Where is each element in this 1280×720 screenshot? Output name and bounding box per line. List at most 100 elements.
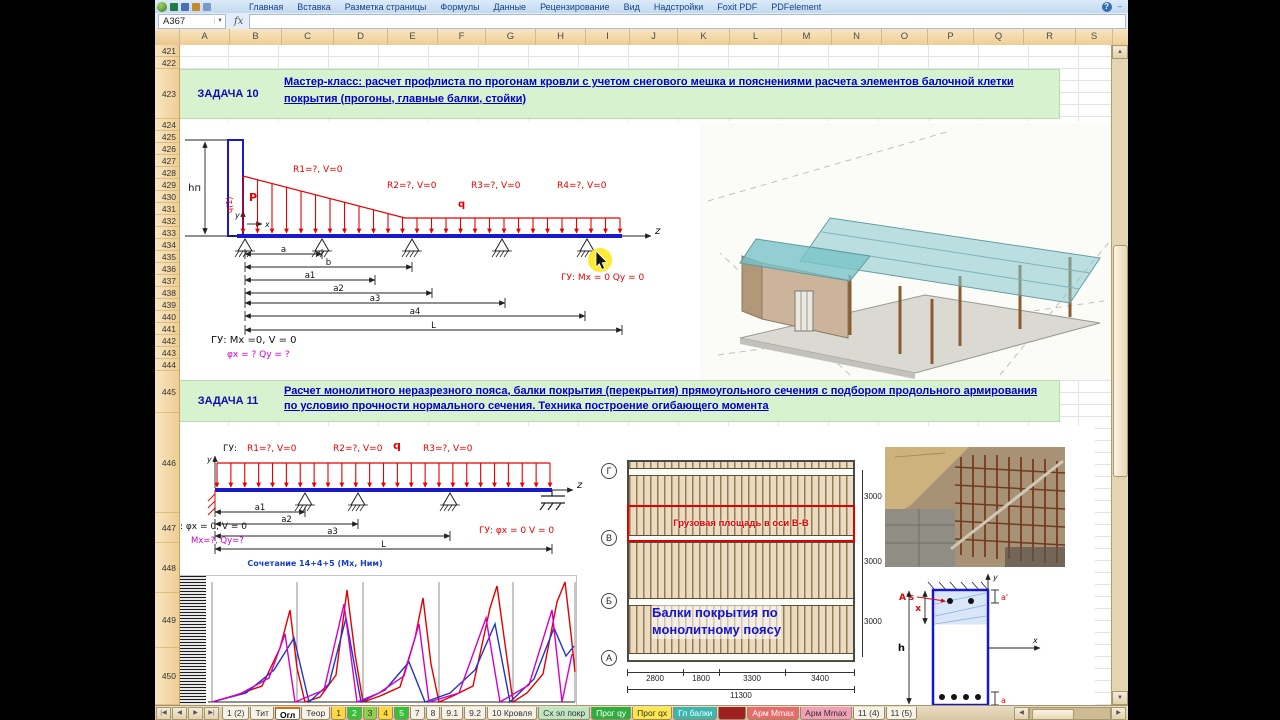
- sheet-tab[interactable]: 4: [378, 707, 394, 720]
- vertical-scrollbar[interactable]: ▲ ▼: [1111, 45, 1128, 705]
- sheet-nav-button[interactable]: |◀: [156, 707, 171, 720]
- column-header[interactable]: F: [438, 29, 486, 45]
- ribbon-tab[interactable]: PDFelement: [771, 2, 821, 12]
- column-header[interactable]: D: [334, 29, 388, 45]
- horizontal-scrollbar[interactable]: ◀ ▶: [1014, 707, 1126, 720]
- column-header[interactable]: H: [536, 29, 586, 45]
- column-header[interactable]: M: [782, 29, 832, 45]
- row-header[interactable]: 449: [155, 593, 179, 648]
- sheet-nav-button[interactable]: ▶|: [204, 707, 219, 720]
- ribbon-tab[interactable]: Данные: [494, 2, 527, 12]
- undo-icon[interactable]: [192, 2, 200, 11]
- row-header[interactable]: 438: [155, 287, 179, 299]
- sheet-tab[interactable]: Теор: [301, 707, 331, 720]
- sheet-nav-button[interactable]: ▶: [188, 707, 203, 720]
- scroll-right-button[interactable]: ▶: [1111, 707, 1126, 720]
- row-header[interactable]: 450: [155, 648, 179, 705]
- row-header[interactable]: 436: [155, 263, 179, 275]
- sheet-tab[interactable]: 10 Кровля: [487, 707, 538, 720]
- row-header[interactable]: 447: [155, 513, 179, 543]
- sheet-tab[interactable]: 1: [331, 707, 346, 720]
- insert-function-icon[interactable]: fx: [234, 16, 243, 27]
- row-header[interactable]: 429: [155, 179, 179, 191]
- help-icon[interactable]: ?: [1101, 1, 1112, 12]
- task10-title[interactable]: Мастер-класс: расчет профлиста по прогон…: [276, 70, 1059, 118]
- column-header[interactable]: L: [730, 29, 782, 45]
- row-header[interactable]: 441: [155, 323, 179, 335]
- ribbon-tab[interactable]: Foxit PDF: [717, 2, 757, 12]
- name-box-dropdown-icon[interactable]: ▼: [214, 18, 225, 24]
- row-header[interactable]: 433: [155, 227, 179, 239]
- row-header[interactable]: 432: [155, 215, 179, 227]
- ribbon-tab[interactable]: Главная: [249, 2, 283, 12]
- ribbon-tab[interactable]: Надстройки: [654, 2, 703, 12]
- task11-title[interactable]: Расчет монолитного неразрезного пояса, б…: [276, 381, 1059, 421]
- column-header[interactable]: R: [1024, 29, 1076, 45]
- name-box[interactable]: A367 ▼: [158, 13, 226, 29]
- sheet-tab[interactable]: 1 (2): [222, 707, 250, 720]
- sheet-tab[interactable]: 9.1: [441, 707, 464, 720]
- column-header[interactable]: B: [230, 29, 282, 45]
- row-header[interactable]: 425: [155, 131, 179, 143]
- sheet-tab[interactable]: 5: [394, 707, 409, 720]
- sheet-tab[interactable]: Гл балки: [673, 707, 718, 720]
- ribbon-tab[interactable]: Разметка страницы: [345, 2, 427, 12]
- row-header[interactable]: 428: [155, 167, 179, 179]
- row-header[interactable]: 440: [155, 311, 179, 323]
- row-header[interactable]: 423: [155, 69, 179, 119]
- tab-nav-buttons[interactable]: |◀ ◀ ▶ ▶|: [155, 706, 219, 720]
- sheet-tab[interactable]: 8: [425, 707, 441, 720]
- column-header[interactable]: A: [180, 29, 230, 45]
- formula-input[interactable]: [249, 13, 1126, 29]
- row-header[interactable]: 448: [155, 543, 179, 593]
- sheet-tab[interactable]: Арм Мmax: [800, 707, 852, 720]
- save-icon[interactable]: [181, 2, 189, 11]
- row-header[interactable]: 442: [155, 335, 179, 347]
- row-header[interactable]: 444: [155, 359, 179, 371]
- row-header[interactable]: 443: [155, 347, 179, 359]
- sheet-tab[interactable]: Сх эл покр: [538, 707, 591, 720]
- row-header[interactable]: 445: [155, 371, 179, 413]
- sheet-tab[interactable]: Арм Mmax: [747, 707, 800, 720]
- column-header[interactable]: J: [630, 29, 678, 45]
- select-all-corner[interactable]: [155, 29, 180, 45]
- row-header[interactable]: 430: [155, 191, 179, 203]
- column-header[interactable]: S: [1076, 29, 1113, 45]
- horizontal-scroll-thumb[interactable]: [1032, 709, 1074, 720]
- row-header[interactable]: 446: [155, 413, 179, 513]
- row-header[interactable]: 427: [155, 155, 179, 167]
- row-header[interactable]: 424: [155, 119, 179, 131]
- row-header[interactable]: 437: [155, 275, 179, 287]
- sheet-nav-button[interactable]: ◀: [172, 707, 187, 720]
- scroll-up-button[interactable]: ▲: [1112, 45, 1128, 59]
- sheet-tab[interactable]: [718, 707, 747, 720]
- row-header[interactable]: 431: [155, 203, 179, 215]
- sheet-tab[interactable]: Прог qх: [632, 707, 673, 720]
- row-header[interactable]: 435: [155, 251, 179, 263]
- row-header[interactable]: 439: [155, 299, 179, 311]
- scroll-down-button[interactable]: ▼: [1112, 691, 1128, 705]
- sheet-tab[interactable]: Огл: [274, 707, 301, 720]
- row-header[interactable]: 434: [155, 239, 179, 251]
- column-header[interactable]: N: [832, 29, 882, 45]
- horizontal-scroll-track[interactable]: [1029, 707, 1111, 720]
- ribbon-tab[interactable]: Вставка: [297, 2, 330, 12]
- sheet-tab[interactable]: 11 (4): [852, 707, 885, 720]
- row-header[interactable]: 426: [155, 143, 179, 155]
- sheet-tab[interactable]: Прог qу: [591, 707, 632, 720]
- sheet-tab[interactable]: 2: [346, 707, 362, 720]
- column-header[interactable]: C: [282, 29, 334, 45]
- sheet-tab[interactable]: 3: [362, 707, 378, 720]
- ribbon-tab[interactable]: Формулы: [440, 2, 479, 12]
- row-header[interactable]: 422: [155, 57, 179, 69]
- ribbon-tab[interactable]: Вид: [624, 2, 640, 12]
- row-header[interactable]: 421: [155, 45, 179, 57]
- quick-access-toolbar[interactable]: [170, 2, 211, 11]
- column-header[interactable]: I: [586, 29, 630, 45]
- sheet-tab[interactable]: 9.2: [464, 707, 486, 720]
- minimize-ribbon-icon[interactable]: ‒: [1118, 2, 1122, 11]
- redo-icon[interactable]: [203, 2, 211, 11]
- moment-envelope-chart[interactable]: [165, 575, 577, 707]
- office-button-icon[interactable]: [157, 1, 167, 12]
- column-header[interactable]: O: [882, 29, 928, 45]
